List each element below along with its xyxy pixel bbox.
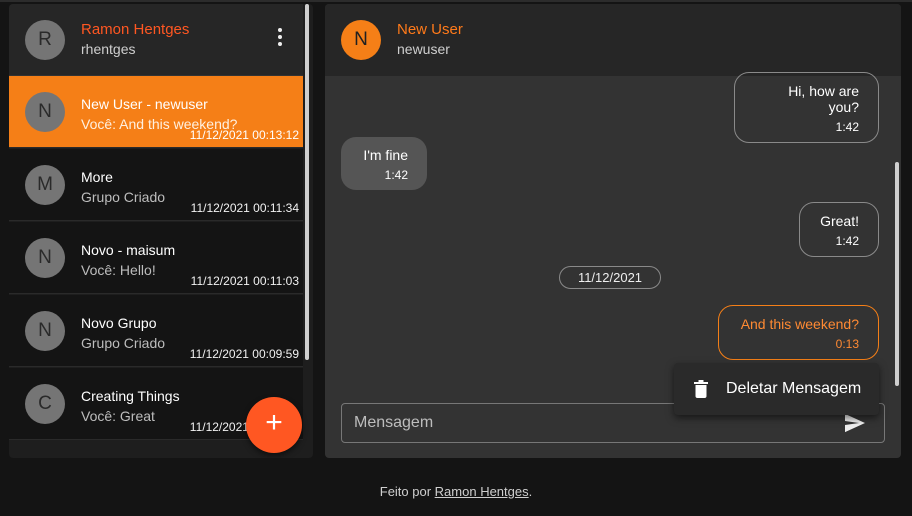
conversation-avatar: N	[25, 311, 65, 351]
user-username: rhentges	[81, 41, 136, 57]
user-name: Ramon Hentges	[81, 21, 190, 38]
new-conversation-button[interactable]: +	[246, 397, 302, 453]
footer-author-link[interactable]: Ramon Hentges	[435, 484, 529, 499]
chat-panel: N New User newuser Hi, how are you? 1:42…	[325, 4, 901, 458]
message-text: I'm fine	[363, 147, 408, 163]
conversation-title: More	[81, 169, 113, 185]
chat-contact-name: New User	[397, 21, 463, 38]
message-bubble[interactable]: Great! 1:42	[799, 202, 879, 257]
conversation-avatar: M	[25, 165, 65, 205]
message-bubble[interactable]: Hi, how are you? 1:42	[734, 72, 879, 143]
chat-scrollbar[interactable]	[895, 162, 899, 386]
message-context-menu: Deletar Mensagem	[674, 363, 879, 415]
chat-avatar: N	[341, 20, 381, 60]
conversation-title: Novo Grupo	[81, 315, 157, 331]
conversation-avatar: N	[25, 238, 65, 278]
conversation-item[interactable]: N Novo - maisum Você: Hello! 11/12/2021 …	[9, 222, 303, 294]
message-bubble[interactable]: I'm fine 1:42	[341, 137, 427, 190]
conversation-title: Creating Things	[81, 388, 180, 404]
message-time: 1:42	[835, 120, 859, 134]
chat-contact-username: newuser	[397, 41, 450, 57]
date-separator: 11/12/2021	[559, 266, 661, 289]
footer-suffix: .	[528, 484, 533, 499]
conversation-title: New User - newuser	[81, 96, 208, 112]
message-time: 1:42	[835, 234, 859, 248]
conversation-time: 11/12/2021 00:13:12	[189, 128, 299, 142]
top-divider	[0, 0, 912, 2]
conversation-item[interactable]: N Novo Grupo Grupo Criado 11/12/2021 00:…	[9, 295, 303, 367]
sidebar: R Ramon Hentges rhentges N New User - ne…	[9, 4, 313, 458]
more-vert-icon[interactable]	[273, 26, 287, 48]
send-icon[interactable]	[844, 413, 866, 433]
user-avatar: R	[25, 20, 65, 60]
conversation-item[interactable]: N New User - newuser Você: And this week…	[9, 76, 303, 148]
sidebar-header: R Ramon Hentges rhentges	[9, 4, 303, 76]
message-time: 0:13	[835, 337, 859, 351]
conversation-avatar: C	[25, 384, 65, 424]
sidebar-scrollbar[interactable]	[305, 4, 309, 360]
message-input[interactable]	[354, 412, 824, 434]
chat-header: N New User newuser	[325, 4, 901, 76]
footer: Feito por Ramon Hentges.	[0, 484, 912, 499]
conversation-last-message: Grupo Criado	[81, 189, 166, 205]
conversation-last-message: Você: Hello!	[81, 262, 156, 278]
message-time: 1:42	[384, 168, 408, 182]
delete-message-menu-item[interactable]: Deletar Mensagem	[674, 363, 879, 415]
conversation-last-message: Grupo Criado	[81, 335, 166, 351]
conversation-title: Novo - maisum	[81, 242, 176, 258]
conversation-last-message: Você: Great	[81, 408, 155, 424]
conversation-item[interactable]: M More Grupo Criado 11/12/2021 00:11:34	[9, 149, 303, 221]
message-text: Great!	[820, 213, 859, 229]
message-bubble-selected[interactable]: And this weekend? 0:13	[718, 305, 879, 360]
footer-prefix: Feito por	[379, 484, 435, 499]
message-text: And this weekend?	[740, 316, 859, 332]
delete-message-label: Deletar Mensagem	[726, 380, 862, 397]
conversation-time: 11/12/2021 00:09:59	[189, 347, 299, 361]
conversation-time: 11/12/2021 00:11:03	[190, 274, 299, 288]
message-text: Hi, how are you?	[788, 83, 859, 115]
conversation-avatar: N	[25, 92, 65, 132]
trash-icon	[694, 380, 708, 398]
conversation-time: 11/12/2021 00:11:34	[190, 201, 299, 215]
